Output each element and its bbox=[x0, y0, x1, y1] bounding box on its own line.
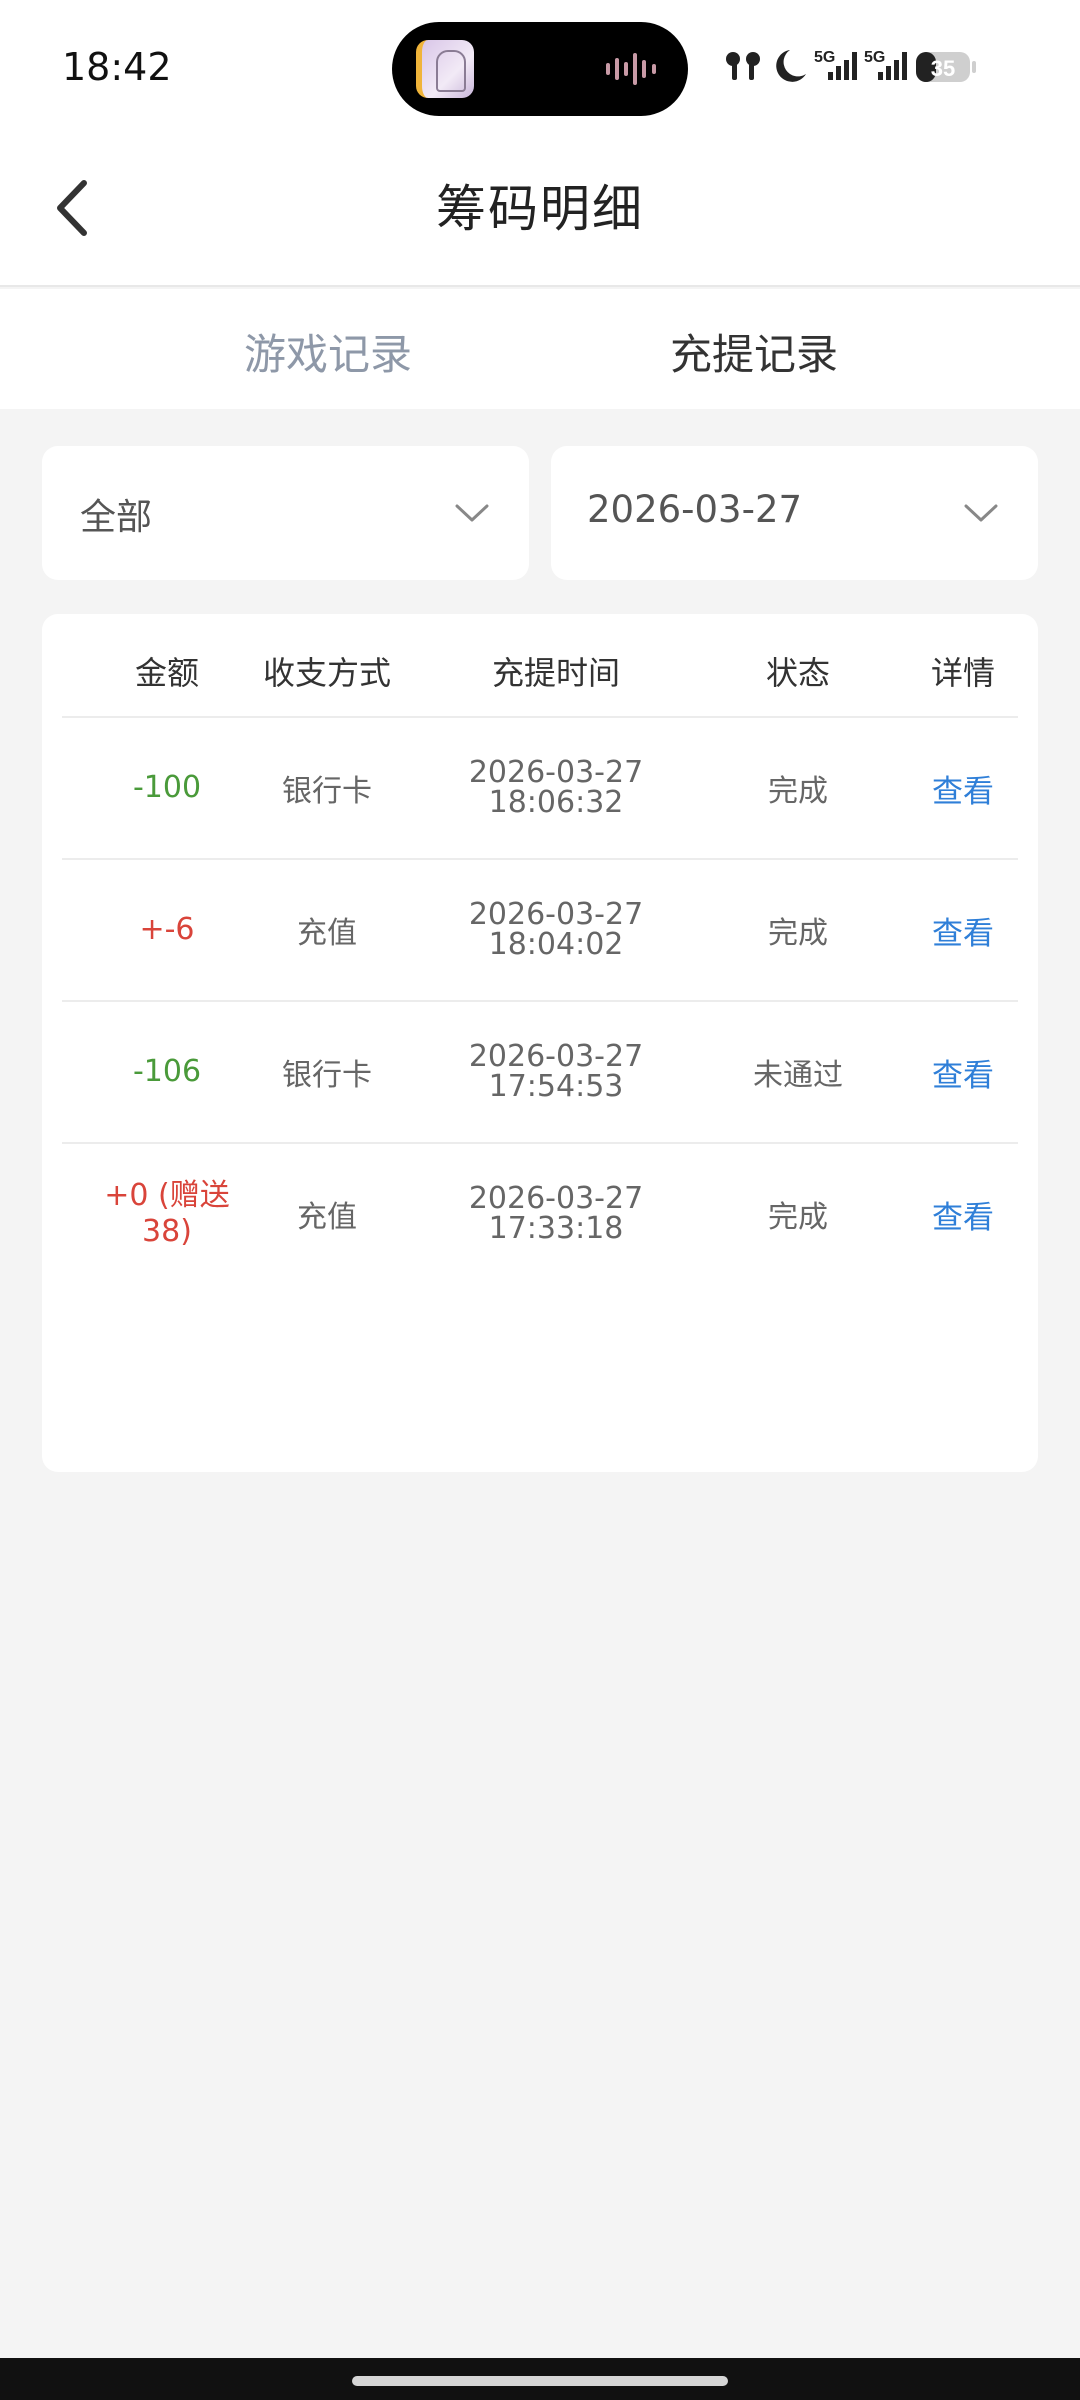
app-header: 筹码明细 bbox=[0, 135, 1080, 287]
status-icons: 5G 5G 35 bbox=[726, 49, 976, 82]
column-header-method: 收支方式 bbox=[262, 654, 392, 692]
network-5g-label-1: 5G bbox=[814, 49, 835, 66]
amount-cell: -106 bbox=[132, 1054, 202, 1089]
amount-cell: -100 bbox=[132, 770, 202, 805]
time-cell-time: 17:33:18 bbox=[488, 1211, 624, 1246]
table-row: +0 (赠送38) 充值 2026-03-27 17:33:18 完成 查看 bbox=[62, 1144, 1018, 1286]
view-detail-link[interactable]: 查看 bbox=[908, 860, 1018, 1000]
media-thumbnail bbox=[416, 40, 474, 98]
view-detail-link[interactable]: 查看 bbox=[908, 1002, 1018, 1142]
amount-cell: +0 (赠送38) bbox=[104, 1178, 230, 1249]
time-cell-date: 2026-03-27 bbox=[468, 1039, 644, 1074]
status-cell: 完成 bbox=[768, 774, 828, 809]
table-row: -100 银行卡 2026-03-27 18:06:32 完成 查看 bbox=[62, 718, 1018, 860]
type-filter-value: 全部 bbox=[80, 497, 153, 538]
status-cell: 未通过 bbox=[753, 1058, 843, 1093]
battery-level: 35 bbox=[931, 56, 955, 81]
table-row: +-6 充值 2026-03-27 18:04:02 完成 查看 bbox=[62, 860, 1018, 1002]
status-cell: 完成 bbox=[768, 1200, 828, 1235]
time-cell-date: 2026-03-27 bbox=[468, 1181, 644, 1216]
time-cell: 2026-03-27 17:33:18 bbox=[436, 1144, 676, 1284]
tab-game-records[interactable]: 游戏记录 bbox=[244, 321, 412, 382]
time-cell: 2026-03-27 18:06:32 bbox=[436, 718, 676, 858]
method-cell: 银行卡 bbox=[282, 1058, 372, 1093]
view-detail-link[interactable]: 查看 bbox=[908, 718, 1018, 858]
moon-icon bbox=[776, 50, 806, 82]
column-header-detail: 详情 bbox=[930, 654, 996, 692]
time-cell: 2026-03-27 17:54:53 bbox=[436, 1002, 676, 1142]
column-header-time: 充提时间 bbox=[491, 654, 621, 692]
status-bar: 18:42 5G 5G 35 bbox=[0, 0, 1080, 135]
method-cell: 充值 bbox=[297, 916, 357, 951]
battery-icon: 35 bbox=[916, 52, 976, 82]
earbuds-icon bbox=[726, 52, 760, 80]
column-header-amount: 金额 bbox=[134, 654, 200, 692]
date-filter-value: 2026-03-27 bbox=[587, 488, 803, 531]
record-tabs: 游戏记录 充提记录 bbox=[0, 289, 1080, 409]
page-title: 筹码明细 bbox=[436, 180, 644, 238]
records-table-card: 金额 收支方式 充提时间 状态 详情 -100 银行卡 2026-03-27 1… bbox=[42, 614, 1038, 1472]
status-time: 18:42 bbox=[62, 45, 172, 89]
view-detail-link[interactable]: 查看 bbox=[908, 1144, 1018, 1284]
time-cell-date: 2026-03-27 bbox=[468, 755, 644, 790]
method-cell: 银行卡 bbox=[282, 774, 372, 809]
time-cell-date: 2026-03-27 bbox=[468, 897, 644, 932]
network-5g-label-2: 5G bbox=[864, 49, 885, 66]
date-filter-select[interactable]: 2026-03-27 bbox=[551, 446, 1038, 580]
audio-wave-icon bbox=[606, 53, 656, 85]
time-cell-time: 17:54:53 bbox=[488, 1069, 624, 1104]
time-cell-time: 18:04:02 bbox=[488, 927, 624, 962]
chevron-down-icon bbox=[964, 504, 998, 522]
tab-deposit-withdraw-records[interactable]: 充提记录 bbox=[670, 321, 838, 382]
type-filter-select[interactable]: 全部 bbox=[42, 446, 529, 580]
status-cell: 完成 bbox=[768, 916, 828, 951]
column-header-status: 状态 bbox=[765, 654, 831, 692]
table-row: -106 银行卡 2026-03-27 17:54:53 未通过 查看 bbox=[62, 1002, 1018, 1144]
chevron-down-icon bbox=[455, 504, 489, 522]
amount-cell: +-6 bbox=[139, 912, 195, 947]
dynamic-island[interactable] bbox=[392, 22, 688, 116]
table-header: 金额 收支方式 充提时间 状态 详情 bbox=[62, 614, 1018, 718]
time-cell-time: 18:06:32 bbox=[488, 785, 624, 820]
home-indicator[interactable] bbox=[352, 2376, 728, 2386]
time-cell: 2026-03-27 18:04:02 bbox=[436, 860, 676, 1000]
method-cell: 充值 bbox=[297, 1200, 357, 1235]
